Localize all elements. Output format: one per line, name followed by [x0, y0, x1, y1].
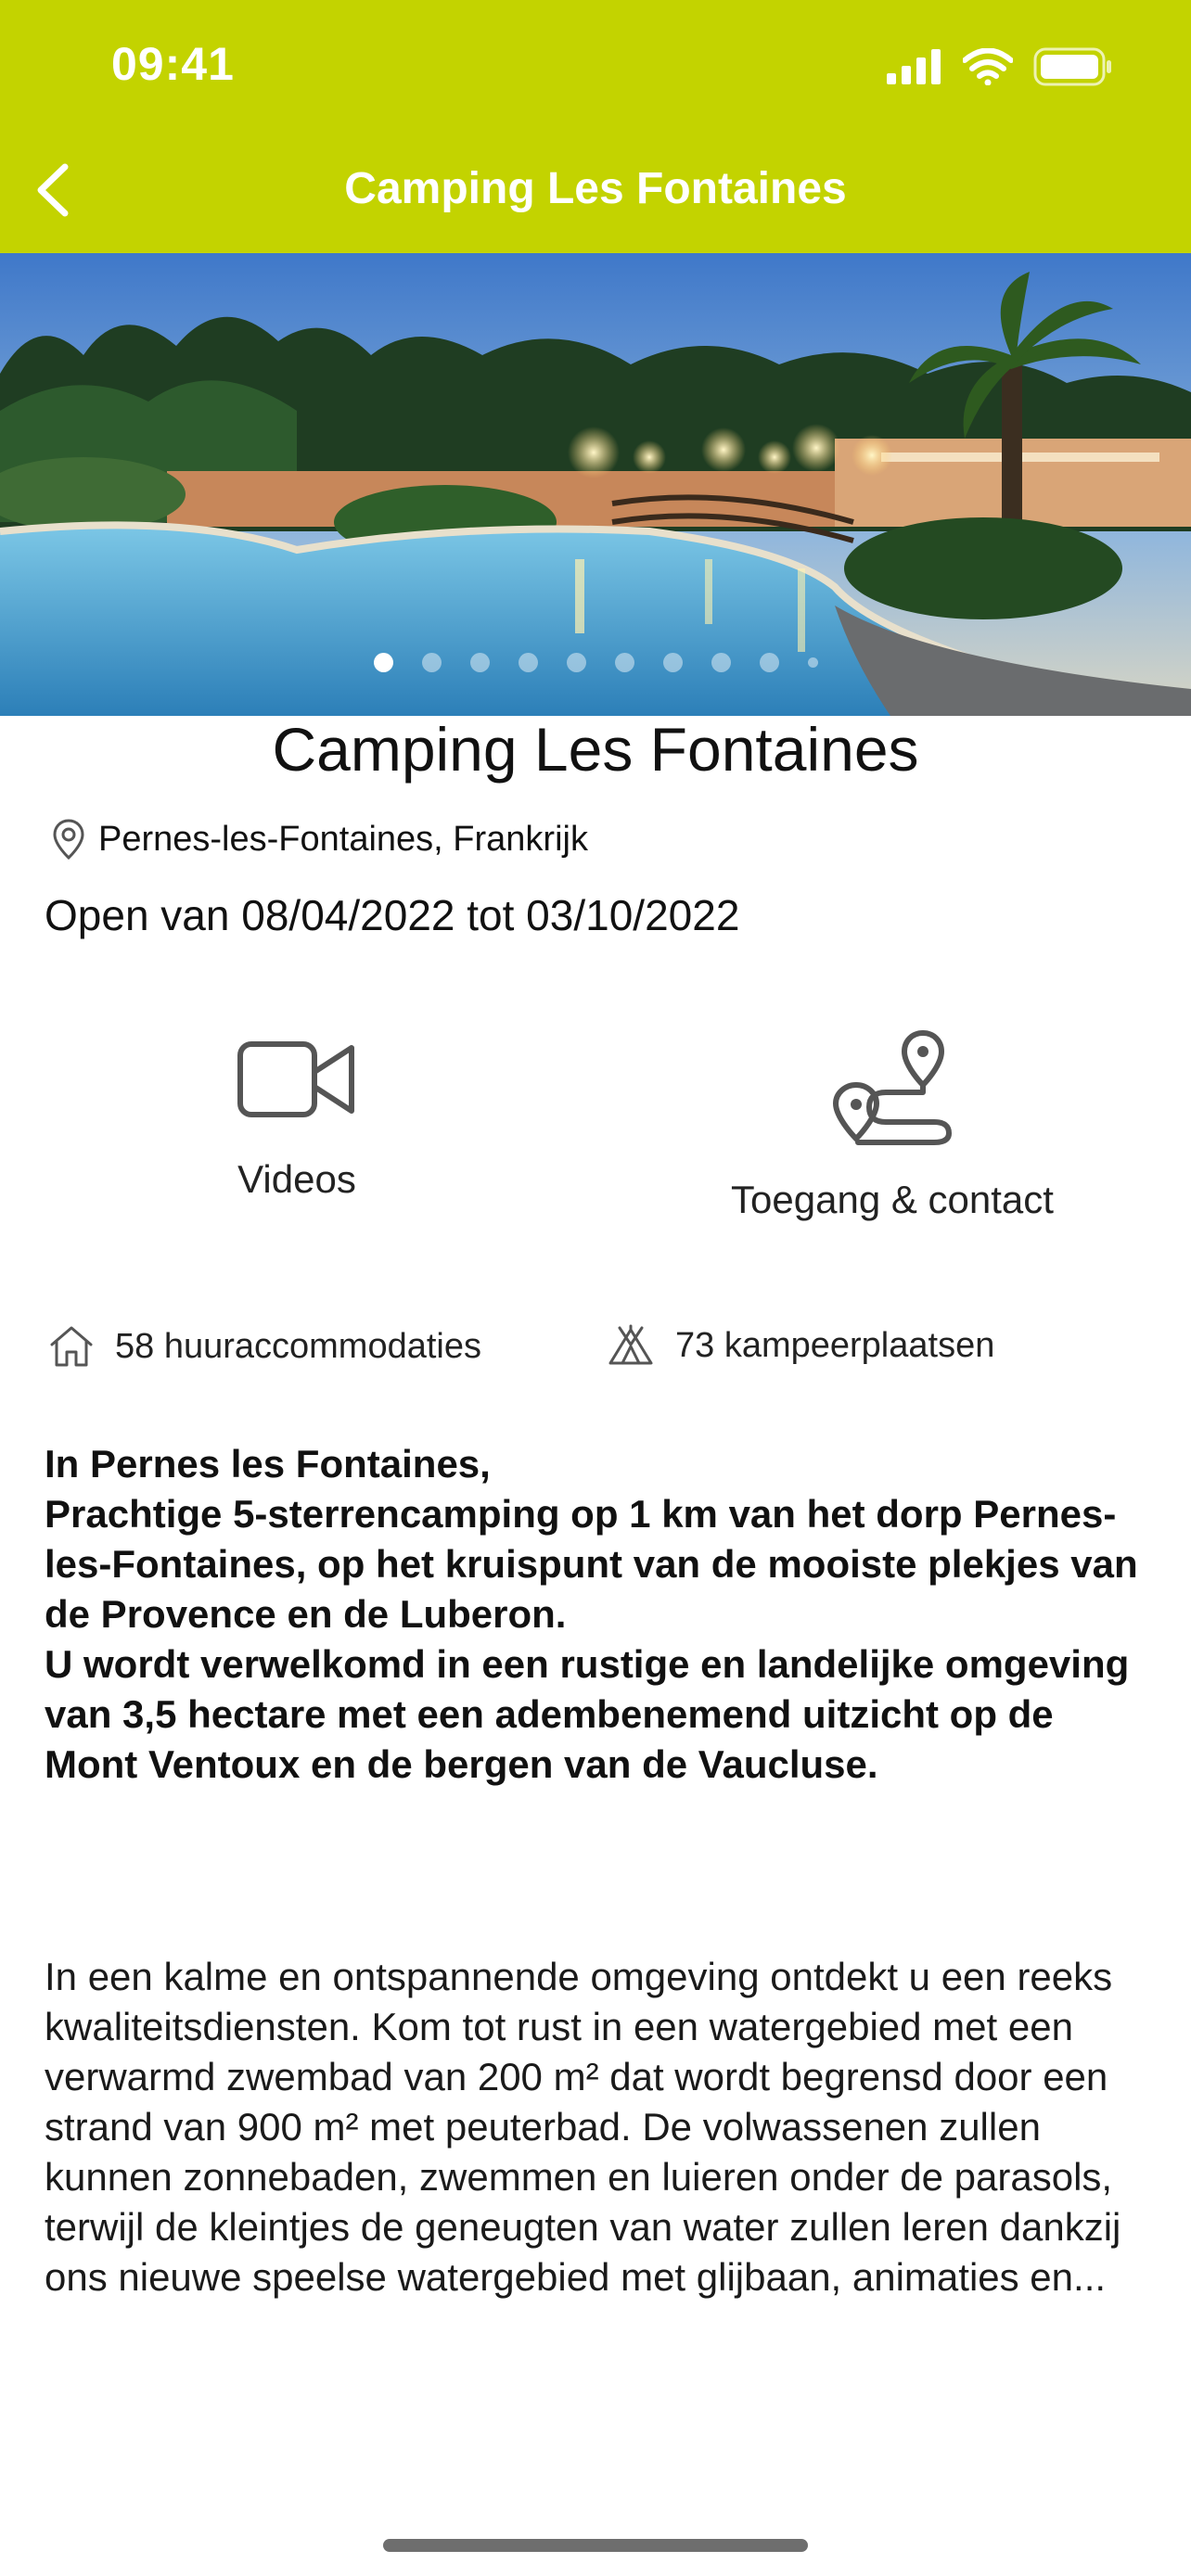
- videos-label: Videos: [237, 1157, 356, 1201]
- carousel-page-indicator[interactable]: [0, 653, 1191, 675]
- carousel-dot[interactable]: [373, 653, 393, 672]
- home-indicator[interactable]: [383, 2539, 808, 2552]
- description-intro: In Pernes les Fontaines, Prachtige 5-ste…: [45, 1439, 1148, 1790]
- status-icons: [887, 46, 1113, 87]
- location-text: Pernes-les-Fontaines, Frankrijk: [98, 819, 588, 859]
- rentals-count: 58 huuraccommodaties: [48, 1324, 481, 1369]
- rentals-text: 58 huuraccommodaties: [115, 1326, 481, 1366]
- wifi-icon: [963, 48, 1013, 85]
- video-camera-icon: [237, 1041, 354, 1117]
- status-time: 09:41: [111, 38, 235, 90]
- battery-icon: [1033, 47, 1111, 86]
- access-contact-button[interactable]: Toegang & contact: [707, 1027, 1078, 1222]
- carousel-dot[interactable]: [421, 653, 442, 672]
- carousel-dot[interactable]: [469, 653, 490, 672]
- tent-icon: [608, 1324, 653, 1365]
- videos-button[interactable]: Videos: [204, 1039, 390, 1202]
- carousel-dot[interactable]: [662, 653, 683, 672]
- house-icon: [50, 1326, 93, 1367]
- access-contact-label: Toegang & contact: [731, 1178, 1054, 1221]
- carousel-dot[interactable]: [711, 653, 731, 672]
- carousel-dot[interactable]: [807, 657, 818, 668]
- cellular-signal-icon: [887, 49, 941, 84]
- pitches-count: 73 kampeerplaatsen: [607, 1324, 994, 1367]
- camping-title: Camping Les Fontaines: [272, 715, 919, 784]
- description-intro-text: In Pernes les Fontaines, Prachtige 5-ste…: [45, 1442, 1138, 1786]
- location-row: Pernes-les-Fontaines, Frankrijk: [52, 818, 588, 861]
- route-map-icon: [832, 1029, 952, 1145]
- app-header: 09:41 Camping Les Fontaines: [0, 0, 1191, 253]
- hero-image-carousel[interactable]: [0, 253, 1191, 716]
- pitches-text: 73 kampeerplaatsen: [675, 1325, 995, 1365]
- carousel-dot[interactable]: [614, 653, 634, 672]
- carousel-dot[interactable]: [518, 653, 538, 672]
- description-body: In een kalme en ontspannende omgeving on…: [45, 1955, 1121, 2299]
- opening-dates: Open van 08/04/2022 tot 03/10/2022: [45, 891, 740, 939]
- nav-title: Camping Les Fontaines: [344, 164, 847, 213]
- map-pin-icon: [53, 819, 84, 861]
- carousel-dot[interactable]: [566, 653, 586, 672]
- carousel-dot[interactable]: [759, 653, 779, 672]
- hero-pool-image: [0, 253, 1191, 716]
